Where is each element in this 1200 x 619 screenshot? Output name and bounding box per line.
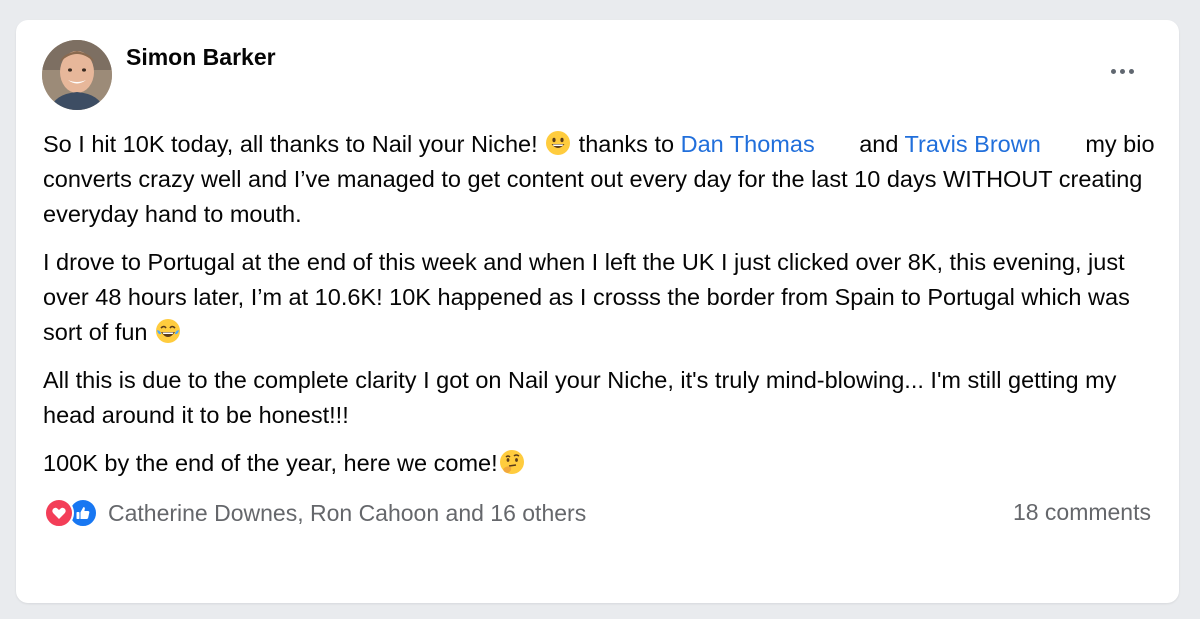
grinning-face-emoji (546, 131, 571, 155)
post-body: So I hit 10K today, all thanks to Nail y… (43, 127, 1158, 494)
more-dot-icon (1119, 68, 1125, 74)
avatar-photo (42, 40, 112, 110)
post-paragraph: All this is due to the complete clarity … (43, 363, 1158, 433)
avatar[interactable] (42, 40, 112, 110)
post-card: Simon Barker So I hit 10K today, all tha… (16, 20, 1179, 603)
comments-count-link[interactable]: 18 comments (1013, 499, 1151, 526)
post-text: I drove to Portugal at the end of this w… (43, 249, 1130, 345)
thinking-face-emoji (499, 450, 524, 474)
post-text: All this is due to the complete clarity … (43, 367, 1117, 428)
post-paragraph: 100K by the end of the year, here we com… (43, 446, 1158, 481)
author-name[interactable]: Simon Barker (126, 44, 276, 71)
love-reaction-icon (44, 498, 74, 528)
mention-link[interactable]: Dan Thomas (681, 131, 815, 157)
post-text: and (852, 131, 905, 157)
reactions-bar[interactable]: Catherine Downes, Ron Cahoon and 16 othe… (44, 498, 586, 528)
post-text: thanks to (572, 131, 681, 157)
post-text: So I hit 10K today, all thanks to Nail y… (43, 131, 545, 157)
post-paragraph: So I hit 10K today, all thanks to Nail y… (43, 127, 1158, 232)
post-paragraph: I drove to Portugal at the end of this w… (43, 245, 1158, 350)
post-text: 100K by the end of the year, here we com… (43, 450, 498, 476)
mention-link[interactable]: Travis Brown (905, 131, 1041, 157)
reaction-summary[interactable]: Catherine Downes, Ron Cahoon and 16 othe… (108, 500, 586, 527)
tears-of-joy-emoji (156, 319, 181, 343)
more-options-button[interactable] (1102, 58, 1142, 84)
more-dot-icon (1128, 68, 1134, 74)
more-dot-icon (1110, 68, 1116, 74)
